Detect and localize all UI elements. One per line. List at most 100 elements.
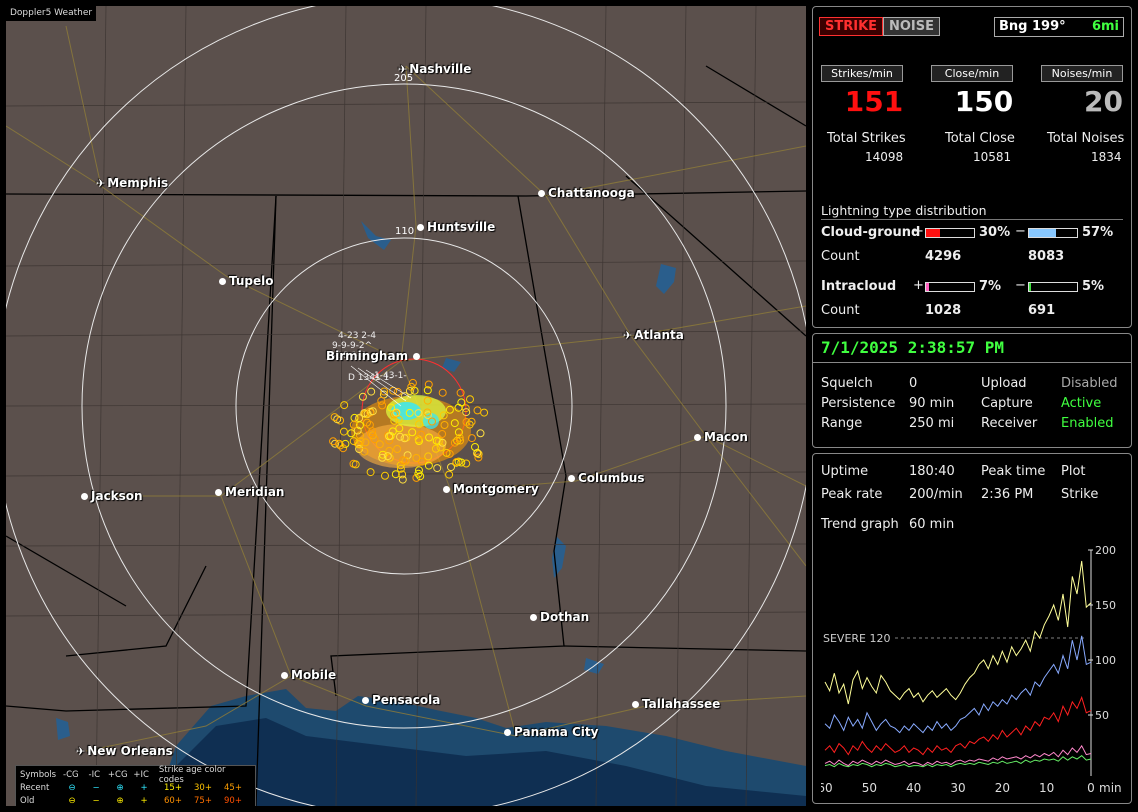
ic-negative-count: 691	[1028, 303, 1056, 318]
ic-minus-sign: −	[1015, 278, 1026, 293]
peak-rate-label: Peak rate	[821, 487, 883, 502]
age-old-1: 60+	[164, 795, 182, 806]
city-name: Birmingham	[326, 349, 409, 363]
noises-per-min-value: 20	[1084, 85, 1123, 118]
city-panama-city: Panama City	[504, 725, 598, 739]
ic-positive-count: 1028	[925, 303, 962, 318]
map-title: Doppler5 Weather	[6, 6, 97, 21]
total-close-value: 10581	[973, 150, 1012, 164]
peak-time-label: Peak time	[981, 464, 1046, 479]
x-axis-label: min	[1099, 781, 1122, 795]
ic-positive-percent: 7%	[979, 279, 1002, 294]
legend-old-label: Old	[20, 795, 35, 806]
city-name: Tallahassee	[642, 697, 721, 711]
city-chattanooga: Chattanooga	[538, 186, 635, 200]
strike-status-panel: STRIKE NOISE Bng 199° 6mi Strikes/min Cl…	[812, 6, 1132, 328]
city-name: Dothan	[540, 610, 590, 624]
city-birmingham: Birmingham	[326, 349, 423, 363]
strike-marker	[445, 470, 454, 479]
legend-neg-cg-header: -CG	[63, 769, 79, 780]
receiver-value[interactable]: Enabled	[1061, 416, 1114, 431]
city-new-orleans: ✈ New Orleans	[76, 744, 173, 758]
city-montgomery: Montgomery	[443, 482, 539, 496]
strike-marker	[466, 395, 474, 404]
capture-value[interactable]: Active	[1061, 396, 1101, 411]
roads	[6, 25, 806, 752]
bearing-distance: 6mi	[1091, 19, 1119, 34]
noises-per-min-header: Noises/min	[1041, 65, 1123, 82]
capture-label: Capture	[981, 396, 1033, 411]
strike-marker	[433, 464, 442, 473]
strike-marker	[480, 408, 489, 417]
city-name: Atlanta	[634, 328, 684, 342]
x-tick-label: 60	[821, 781, 833, 795]
upload-value[interactable]: Disabled	[1061, 376, 1117, 391]
severe-threshold-label: SEVERE 120	[823, 632, 891, 645]
city-name: Pensacola	[372, 693, 441, 707]
city-memphis: ✈ Memphis	[96, 176, 168, 190]
plot-value[interactable]: Strike	[1061, 487, 1098, 502]
neg-cg-old-icon: ⊖	[68, 795, 76, 806]
city-name: Mobile	[291, 668, 337, 682]
plot-label: Plot	[1061, 464, 1086, 479]
close-per-min-header: Close/min	[931, 65, 1013, 82]
city-dot-icon	[417, 224, 424, 231]
city-dot-icon	[538, 190, 545, 197]
city-macon: Macon	[694, 430, 748, 444]
ic-plus-sign: +	[913, 278, 924, 293]
city-dot-icon	[530, 614, 537, 621]
city-mobile: Mobile	[281, 668, 336, 682]
intracloud-label: Intracloud	[821, 279, 897, 294]
total-strikes-value: 14098	[865, 150, 904, 164]
legend-pos-cg-header: +CG	[107, 769, 128, 780]
total-strikes-label: Total Strikes	[827, 131, 906, 146]
city-name: Meridian	[225, 485, 285, 499]
trend-graph-label: Trend graph	[821, 517, 899, 532]
airport-icon: ✈	[76, 745, 86, 758]
strike-marker	[438, 388, 447, 397]
squelch-value: 0	[909, 376, 918, 391]
city-dot-icon	[281, 672, 288, 679]
total-close-label: Total Close	[945, 131, 1015, 146]
trend-window-value: 60 min	[909, 517, 955, 532]
strike-marker	[367, 387, 376, 396]
city-name: Huntsville	[427, 220, 496, 234]
strike-marker	[381, 471, 389, 480]
strike-indicator[interactable]: STRIKE	[819, 17, 884, 36]
airport-icon: ✈	[623, 329, 633, 342]
cg-positive-percent: 30%	[979, 225, 1011, 240]
trend-graph: SEVERE 1202001501005060 50 40 30 20 10 0 min	[821, 542, 1126, 800]
city-name: Montgomery	[453, 482, 539, 496]
city-dot-icon	[443, 486, 450, 493]
city-name: Panama City	[514, 725, 599, 739]
y-tick-label: 200	[1095, 544, 1116, 557]
city-dot-icon	[694, 434, 701, 441]
city-tallahassee: Tallahassee	[632, 697, 720, 711]
map-canvas: 4-23 2-4 9-9-9-2^ 2-18 1-4 1-43-1- D 134…	[6, 6, 806, 806]
cg-positive-count: 4296	[925, 249, 962, 264]
legend-age-header: Strike age color codes	[158, 764, 226, 785]
cg-count-label: Count	[821, 249, 860, 264]
trend-panel: Uptime 180:40 Peak time Plot Peak rate 2…	[812, 453, 1132, 804]
x-tick-label: 50	[862, 781, 877, 795]
city-dothan: Dothan	[530, 610, 589, 624]
city-name: Macon	[704, 430, 748, 444]
close-per-min-value: 150	[954, 85, 1014, 118]
noise-indicator[interactable]: NOISE	[883, 17, 941, 36]
city-dot-icon	[504, 729, 511, 736]
x-tick-label: 20	[995, 781, 1010, 795]
range-label: Range	[821, 416, 863, 431]
ic-positive-bar	[925, 282, 975, 292]
neg-cg-recent-icon: ⊖	[68, 782, 76, 793]
strike-marker	[366, 468, 375, 477]
age-recent-3: 45+	[224, 782, 242, 793]
city-dot-icon	[632, 701, 639, 708]
cg-plus-sign: +	[913, 224, 924, 239]
city-dot-icon	[81, 493, 88, 500]
age-recent-1: 15+	[164, 782, 182, 793]
city-name: Columbus	[578, 471, 645, 485]
strike-marker	[398, 475, 407, 484]
city-name: New Orleans	[87, 744, 173, 758]
city-dot-icon	[568, 475, 575, 482]
lightning-map[interactable]: 4-23 2-4 9-9-9-2^ 2-18 1-4 1-43-1- D 134…	[6, 6, 806, 806]
